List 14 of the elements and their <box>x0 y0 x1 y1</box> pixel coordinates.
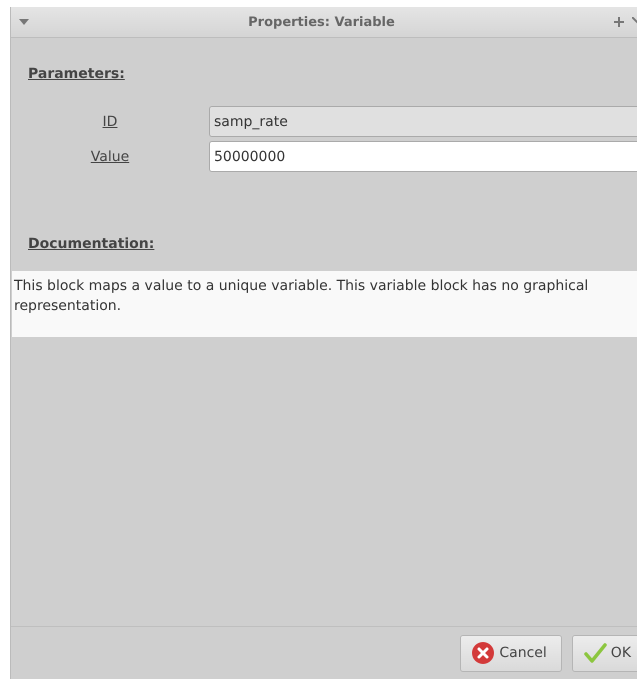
documentation-text: This block maps a value to a unique variable. This variable block has no graphical representation. <box>12 271 637 337</box>
window-title: Properties: Variable <box>247 14 396 30</box>
cancel-icon <box>471 641 496 665</box>
checkmark-icon <box>582 641 607 665</box>
section-heading: Documentation: <box>28 236 154 252</box>
plus-icon[interactable] <box>614 17 624 27</box>
ok-button[interactable]: OK <box>572 634 637 672</box>
field-label: ID <box>102 114 118 130</box>
section-heading: Parameters: <box>28 66 125 82</box>
menu-caret-icon[interactable] <box>19 19 29 25</box>
field-label: Value <box>90 148 130 164</box>
input-field[interactable]: 50000000 <box>209 141 637 172</box>
cancel-button[interactable]: Cancel <box>460 634 562 672</box>
input-field[interactable]: samp_rate <box>209 106 637 137</box>
